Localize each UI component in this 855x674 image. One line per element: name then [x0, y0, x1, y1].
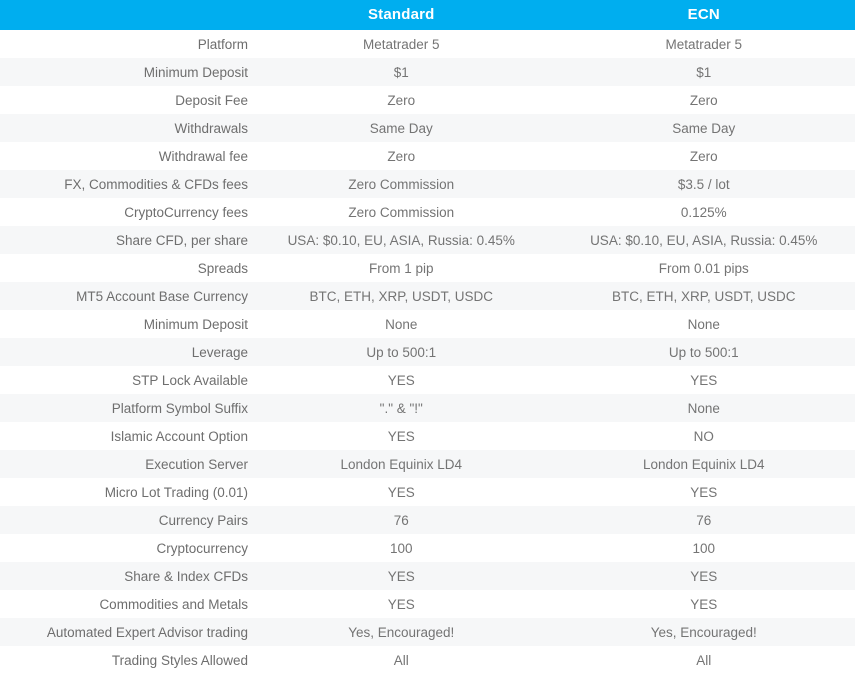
table-row: Withdrawal fee Zero Zero	[0, 142, 855, 170]
cell-ecn: YES	[690, 372, 718, 388]
cell-standard: YES	[387, 372, 415, 388]
cell-ecn: $1	[696, 64, 712, 80]
row-label: Leverage	[191, 344, 248, 360]
cell-ecn: YES	[690, 568, 718, 584]
cell-standard: Zero	[387, 92, 416, 108]
table-row: CryptoCurrency fees Zero Commission 0.125%	[0, 198, 855, 226]
table-row: Islamic Account Option YES NO	[0, 422, 855, 450]
cell-standard: London Equinix LD4	[340, 456, 463, 472]
row-label: Platform	[197, 36, 248, 52]
cell-standard: YES	[387, 428, 415, 444]
row-label: Execution Server	[145, 456, 248, 472]
row-label: FX, Commodities & CFDs fees	[64, 176, 248, 192]
table-header-standard: Standard	[367, 6, 435, 23]
table-row: Minimum Deposit None None	[0, 310, 855, 338]
row-label: Cryptocurrency	[156, 540, 248, 556]
cell-ecn: YES	[690, 596, 718, 612]
cell-standard: Zero	[387, 148, 416, 164]
table-row: MT5 Account Base Currency BTC, ETH, XRP, …	[0, 282, 855, 310]
cell-standard: YES	[387, 568, 415, 584]
cell-standard: Zero Commission	[348, 204, 455, 220]
table-row: Automated Expert Advisor trading Yes, Enc…	[0, 618, 855, 646]
account-comparison-table: Standard ECN Platform Metatrader 5 Metatra…	[0, 0, 855, 674]
row-label: Withdrawal fee	[158, 148, 248, 164]
table-header-row: Standard ECN	[0, 0, 855, 30]
cell-ecn: London Equinix LD4	[642, 456, 765, 472]
table-row: Platform Metatrader 5 Metatrader 5	[0, 30, 855, 58]
cell-standard: Zero Commission	[348, 176, 455, 192]
cell-standard: USA: $0.10, EU, ASIA, Russia: 0.45%	[287, 232, 515, 248]
table-row: Spreads From 1 pip From 0.01 pips	[0, 254, 855, 282]
row-label: STP Lock Available	[132, 372, 248, 388]
cell-standard: BTC, ETH, XRP, USDT, USDC	[309, 288, 494, 304]
cell-standard: From 1 pip	[368, 260, 434, 276]
cell-standard: Yes, Encouraged!	[348, 624, 455, 640]
table-row: Share & Index CFDs YES YES	[0, 562, 855, 590]
cell-ecn: From 0.01 pips	[658, 260, 749, 276]
row-label: Automated Expert Advisor trading	[46, 624, 248, 640]
row-label: Islamic Account Option	[110, 428, 248, 444]
row-label: Spreads	[197, 260, 248, 276]
cell-standard: "." & "!"	[379, 400, 423, 416]
row-label: CryptoCurrency fees	[124, 204, 248, 220]
cell-standard: Metatrader 5	[362, 36, 440, 52]
cell-ecn: 100	[692, 540, 716, 556]
cell-standard: YES	[387, 484, 415, 500]
cell-ecn: 0.125%	[680, 204, 727, 220]
row-label: Minimum Deposit	[143, 316, 248, 332]
table-row: Micro Lot Trading (0.01) YES YES	[0, 478, 855, 506]
cell-ecn: Zero	[689, 148, 718, 164]
cell-ecn: Up to 500:1	[668, 344, 739, 360]
cell-standard: 76	[393, 512, 409, 528]
row-label: Withdrawals	[174, 120, 248, 136]
table-row: Minimum Deposit $1 $1	[0, 58, 855, 86]
table-row: Platform Symbol Suffix "." & "!" None	[0, 394, 855, 422]
row-label: MT5 Account Base Currency	[76, 288, 248, 304]
cell-standard: $1	[393, 64, 409, 80]
row-label: Share CFD, per share	[115, 232, 248, 248]
row-label: Minimum Deposit	[143, 64, 248, 80]
cell-ecn: NO	[693, 428, 714, 444]
table-row: Currency Pairs 76 76	[0, 506, 855, 534]
cell-ecn: Same Day	[672, 120, 736, 136]
table-row: Deposit Fee Zero Zero	[0, 86, 855, 114]
cell-ecn: None	[687, 316, 720, 332]
cell-standard: Up to 500:1	[366, 344, 437, 360]
cell-ecn: YES	[690, 484, 718, 500]
table-row: Leverage Up to 500:1 Up to 500:1	[0, 338, 855, 366]
table-row: Cryptocurrency 100 100	[0, 534, 855, 562]
row-label: Deposit Fee	[175, 92, 248, 108]
cell-ecn: Zero	[689, 92, 718, 108]
row-label: Share & Index CFDs	[124, 568, 248, 584]
row-label: Platform Symbol Suffix	[111, 400, 248, 416]
cell-standard: All	[393, 652, 409, 668]
table-row: Share CFD, per share USA: $0.10, EU, ASIA…	[0, 226, 855, 254]
cell-ecn: $3.5 / lot	[677, 176, 730, 192]
cell-standard: YES	[387, 596, 415, 612]
cell-ecn: 76	[696, 512, 712, 528]
row-label: Commodities and Metals	[99, 596, 248, 612]
table-row: Withdrawals Same Day Same Day	[0, 114, 855, 142]
cell-ecn: USA: $0.10, EU, ASIA, Russia: 0.45%	[590, 232, 818, 248]
cell-ecn: None	[687, 400, 720, 416]
cell-ecn: All	[696, 652, 712, 668]
cell-standard: 100	[389, 540, 413, 556]
table-row: STP Lock Available YES YES	[0, 366, 855, 394]
cell-standard: None	[385, 316, 418, 332]
row-label: Currency Pairs	[158, 512, 248, 528]
row-label: Trading Styles Allowed	[111, 652, 248, 668]
table-row: FX, Commodities & CFDs fees Zero Commissi…	[0, 170, 855, 198]
table-row: Execution Server London Equinix LD4 London…	[0, 450, 855, 478]
cell-ecn: Yes, Encouraged!	[650, 624, 757, 640]
cell-ecn: Metatrader 5	[665, 36, 743, 52]
cell-standard: Same Day	[369, 120, 433, 136]
table-row: Commodities and Metals YES YES	[0, 590, 855, 618]
row-label: Micro Lot Trading (0.01)	[104, 484, 248, 500]
table-header-ecn: ECN	[687, 6, 720, 23]
table-body: Platform Metatrader 5 Metatrader 5 Minimum …	[0, 30, 855, 674]
table-row: Trading Styles Allowed All All	[0, 646, 855, 674]
cell-ecn: BTC, ETH, XRP, USDT, USDC	[611, 288, 796, 304]
